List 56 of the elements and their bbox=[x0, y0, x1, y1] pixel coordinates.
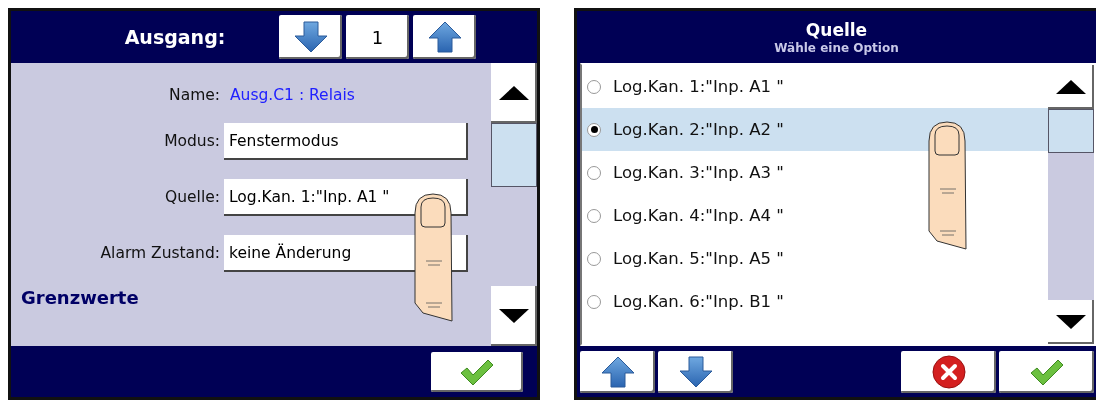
field-label: Quelle: bbox=[164, 188, 221, 206]
scrollbar[interactable] bbox=[491, 63, 537, 346]
scroll-down-button[interactable] bbox=[1048, 300, 1094, 344]
radio-button[interactable] bbox=[587, 79, 601, 94]
confirm-button[interactable] bbox=[431, 351, 523, 392]
down-arrow-icon bbox=[678, 355, 713, 388]
next-button[interactable] bbox=[413, 15, 476, 59]
radio-button[interactable] bbox=[587, 251, 601, 266]
name-value: Ausg.C1 : Relais bbox=[229, 85, 355, 104]
down-arrow-icon bbox=[293, 21, 328, 53]
scroll-thumb[interactable] bbox=[1048, 109, 1094, 153]
scrollbar[interactable] bbox=[1048, 65, 1094, 344]
option-item[interactable]: Log.Kan. 6:"Inp. B1 " bbox=[582, 280, 1048, 323]
field-label: Name: bbox=[168, 85, 221, 104]
scroll-down-icon bbox=[498, 308, 530, 324]
panel-title: Ausgang: bbox=[123, 26, 227, 48]
up-arrow-icon bbox=[427, 21, 462, 53]
option-label: Log.Kan. 4:"Inp. A4 " bbox=[613, 206, 784, 225]
dialog-title: Quelle bbox=[805, 19, 868, 40]
option-label: Log.Kan. 3:"Inp. A3 " bbox=[613, 163, 784, 182]
option-item[interactable]: Log.Kan. 1:"Inp. A1 " bbox=[582, 65, 1048, 108]
option-item[interactable]: Log.Kan. 3:"Inp. A3 " bbox=[582, 151, 1048, 194]
radio-button[interactable] bbox=[587, 294, 601, 309]
check-icon bbox=[1028, 357, 1065, 386]
up-arrow-icon bbox=[600, 355, 635, 388]
confirm-button[interactable] bbox=[999, 350, 1094, 393]
option-label: Log.Kan. 5:"Inp. A5 " bbox=[613, 249, 784, 268]
scroll-up-icon bbox=[498, 85, 530, 101]
section-heading: Grenzwerte bbox=[20, 286, 140, 308]
check-icon bbox=[459, 357, 495, 386]
option-label: Log.Kan. 2:"Inp. A2 " bbox=[613, 120, 784, 139]
select-field[interactable]: Fenstermodus bbox=[224, 122, 468, 160]
scroll-down-button[interactable] bbox=[491, 286, 537, 346]
radio-button[interactable] bbox=[587, 165, 601, 180]
scroll-thumb[interactable] bbox=[491, 123, 537, 187]
field-label: Alarm Zustand: bbox=[99, 244, 221, 262]
scroll-up-icon bbox=[1055, 79, 1087, 95]
option-item[interactable]: Log.Kan. 2:"Inp. A2 " bbox=[582, 108, 1048, 151]
cancel-icon bbox=[931, 354, 966, 389]
move-down-button[interactable] bbox=[658, 350, 733, 393]
cancel-button[interactable] bbox=[901, 350, 996, 393]
scroll-up-button[interactable] bbox=[491, 63, 537, 123]
scroll-down-icon bbox=[1055, 314, 1087, 330]
radio-button[interactable] bbox=[587, 122, 601, 137]
output-number: 1 bbox=[346, 15, 409, 59]
option-label: Log.Kan. 1:"Inp. A1 " bbox=[613, 77, 784, 96]
select-field[interactable]: Log.Kan. 1:"Inp. A1 " bbox=[224, 178, 468, 216]
previous-button[interactable] bbox=[279, 15, 342, 59]
option-item[interactable]: Log.Kan. 4:"Inp. A4 " bbox=[582, 194, 1048, 237]
dialog-subtitle: Wähle eine Option bbox=[774, 40, 899, 55]
field-label: Modus: bbox=[163, 132, 221, 150]
option-label: Log.Kan. 6:"Inp. B1 " bbox=[613, 292, 784, 311]
option-item[interactable]: Log.Kan. 5:"Inp. A5 " bbox=[582, 237, 1048, 280]
move-up-button[interactable] bbox=[580, 350, 655, 393]
radio-button[interactable] bbox=[587, 208, 601, 223]
scroll-up-button[interactable] bbox=[1048, 65, 1094, 109]
